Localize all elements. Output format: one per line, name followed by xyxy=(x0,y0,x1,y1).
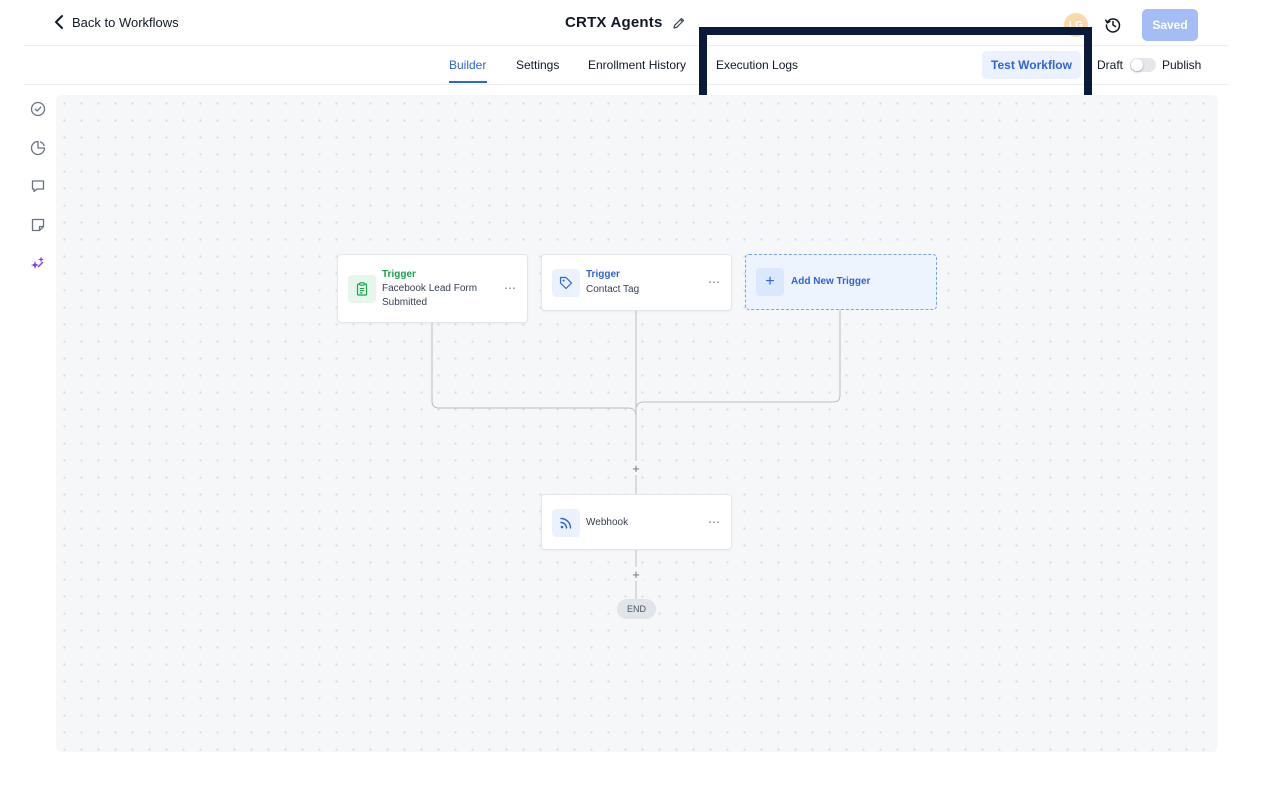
trigger-name: Contact Tag xyxy=(586,284,640,295)
add-step-button[interactable]: + xyxy=(629,567,643,582)
tab-settings[interactable]: Settings xyxy=(516,58,559,72)
tab-enrollment-history[interactable]: Enrollment History xyxy=(588,58,686,72)
tab-builder[interactable]: Builder xyxy=(449,58,486,72)
pie-chart-icon[interactable] xyxy=(30,140,46,156)
workflow-title: CRTX Agents xyxy=(565,14,663,31)
rss-icon xyxy=(552,509,580,537)
active-tab-indicator xyxy=(449,81,487,83)
saved-button[interactable]: Saved xyxy=(1142,9,1198,41)
workflow-canvas[interactable] xyxy=(56,95,1218,752)
back-label: Back to Workflows xyxy=(72,14,179,30)
version-history-icon[interactable] xyxy=(1104,16,1122,34)
trigger-kind-label: Trigger xyxy=(586,269,620,280)
comment-icon[interactable] xyxy=(30,178,46,194)
workflow-title-area: CRTX Agents xyxy=(565,14,686,31)
chevron-left-icon xyxy=(55,15,63,29)
action-options-button[interactable]: ⋯ xyxy=(708,515,721,529)
draft-label: Draft xyxy=(1097,58,1124,72)
sparkles-icon[interactable] xyxy=(30,255,46,271)
action-node-webhook[interactable]: Webhook ⋯ xyxy=(541,494,732,550)
trigger-options-button[interactable]: ⋯ xyxy=(708,275,721,289)
back-to-workflows-link[interactable]: Back to Workflows xyxy=(52,14,179,30)
workflow-builder-page: Back to Workflows CRTX Agents LG Saved B… xyxy=(0,0,1272,785)
trigger-kind-label: Trigger xyxy=(382,269,416,280)
plus-icon: + xyxy=(756,268,784,296)
trigger-options-button[interactable]: ⋯ xyxy=(504,281,517,295)
action-name: Webhook xyxy=(586,517,629,528)
trigger-node-facebook-lead-form[interactable]: Trigger Facebook Lead Form Submitted ⋯ xyxy=(337,254,528,323)
edit-title-icon[interactable] xyxy=(672,16,686,30)
highlight-box xyxy=(699,27,1092,103)
sticky-note-icon[interactable] xyxy=(30,217,46,233)
end-marker: END xyxy=(617,599,656,619)
clipboard-icon xyxy=(348,275,376,303)
check-circle-icon[interactable] xyxy=(30,101,46,117)
tag-icon xyxy=(552,269,580,297)
publish-label: Publish xyxy=(1162,58,1202,72)
trigger-name-line2: Submitted xyxy=(382,297,428,308)
add-new-trigger-label: Add New Trigger xyxy=(791,276,871,287)
trigger-node-contact-tag[interactable]: Trigger Contact Tag ⋯ xyxy=(541,254,732,311)
publish-toggle[interactable] xyxy=(1130,58,1156,72)
trigger-name-line1: Facebook Lead Form xyxy=(382,283,478,294)
add-new-trigger-button[interactable]: + Add New Trigger xyxy=(745,254,937,310)
add-step-button[interactable]: + xyxy=(629,461,643,476)
